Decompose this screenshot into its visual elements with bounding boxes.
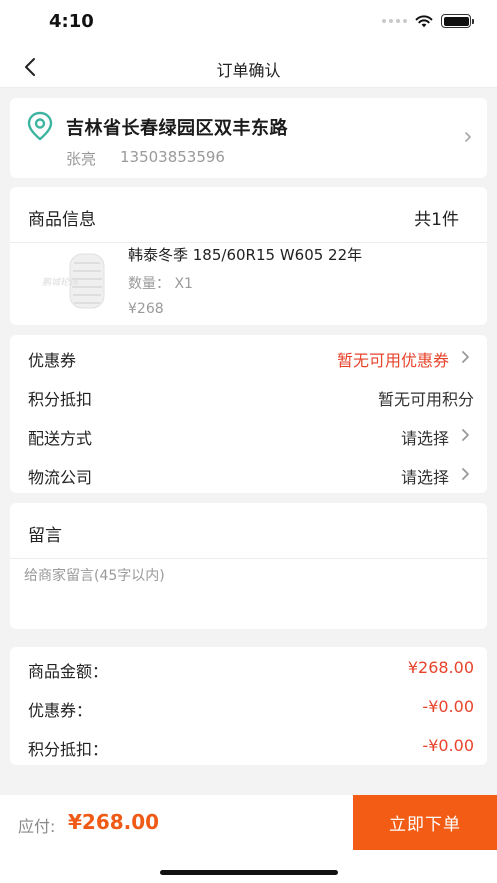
chevron-right-icon — [465, 132, 471, 142]
price-summary-card: 商品金额： ¥268.00 优惠券： -¥0.00 积分抵扣： -¥0.00 — [10, 647, 487, 765]
option-label: 积分抵扣 — [28, 390, 93, 409]
option-row-delivery[interactable]: 配送方式 请选择 — [10, 415, 487, 454]
order-options-card: 优惠券 暂无可用优惠券 积分抵扣 暂无可用积分 配送方式 请选择 物流公司 请选… — [10, 335, 487, 493]
product-quantity: 数量： X1 — [128, 276, 193, 292]
checkout-bar: 应付: ¥268.00 立即下单 — [0, 795, 497, 850]
tire-product-image[interactable]: 鹏城轮饰 — [36, 251, 108, 311]
option-row-coupon[interactable]: 优惠券 暂无可用优惠券 — [10, 337, 487, 376]
summary-label: 积分抵扣： — [28, 740, 109, 759]
home-area — [0, 850, 497, 883]
location-pin-icon — [27, 111, 53, 141]
message-input[interactable] — [24, 565, 474, 621]
place-order-button[interactable]: 立即下单 — [353, 795, 497, 850]
contact-name: 张亮 — [66, 150, 97, 168]
divider — [10, 242, 487, 243]
chevron-right-icon — [462, 468, 469, 480]
option-value: 请选择 — [400, 429, 449, 448]
contact-phone: 13503853596 — [120, 148, 225, 166]
wifi-icon — [415, 15, 433, 28]
home-indicator[interactable] — [160, 870, 338, 875]
page-title: 订单确认 — [216, 61, 281, 80]
divider — [10, 558, 487, 559]
address-card[interactable]: 吉林省长春绿园区双丰东路 张亮 13503853596 — [10, 98, 487, 178]
option-label: 物流公司 — [28, 468, 93, 487]
nav-bar: 订单确认 — [0, 44, 497, 88]
option-label: 配送方式 — [28, 429, 93, 448]
summary-value: ¥268.00 — [407, 658, 474, 677]
product-section-title: 商品信息 — [28, 210, 96, 230]
summary-row-points: 积分抵扣： -¥0.00 — [10, 726, 487, 765]
chevron-right-icon — [462, 351, 469, 363]
battery-icon — [441, 14, 474, 28]
summary-label: 商品金额： — [28, 662, 109, 681]
address-full: 吉林省长春绿园区双丰东路 — [66, 118, 288, 139]
pay-amount: ¥268.00 — [68, 810, 160, 834]
summary-value: -¥0.00 — [422, 697, 474, 716]
option-value: 暂无可用优惠券 — [336, 351, 449, 370]
option-row-points: 积分抵扣 暂无可用积分 — [10, 376, 487, 415]
option-value: 请选择 — [400, 468, 449, 487]
product-count: 共1件 — [414, 210, 459, 230]
summary-value: -¥0.00 — [422, 736, 474, 755]
summary-label: 优惠券： — [28, 701, 93, 720]
cellular-signal-icon — [382, 19, 407, 23]
chevron-right-icon — [462, 429, 469, 441]
summary-row-goods: 商品金额： ¥268.00 — [10, 648, 487, 687]
message-card: 留言 — [10, 503, 487, 629]
status-icons — [382, 14, 474, 28]
product-price: ¥268 — [128, 301, 164, 317]
status-time: 4:10 — [49, 11, 94, 32]
pay-label: 应付: — [18, 817, 56, 836]
product-card: 商品信息 共1件 鹏城轮饰 韩泰冬季 185/60R15 W605 22年 数量… — [10, 187, 487, 325]
option-value: 暂无可用积分 — [377, 390, 474, 409]
product-watermark: 鹏城轮饰 — [42, 277, 80, 288]
status-bar: 4:10 — [0, 0, 497, 44]
option-label: 优惠券 — [28, 351, 77, 370]
message-title: 留言 — [28, 526, 62, 546]
option-row-logistics[interactable]: 物流公司 请选择 — [10, 454, 487, 493]
summary-row-coupon: 优惠券： -¥0.00 — [10, 687, 487, 726]
product-name: 韩泰冬季 185/60R15 W605 22年 — [128, 246, 363, 264]
